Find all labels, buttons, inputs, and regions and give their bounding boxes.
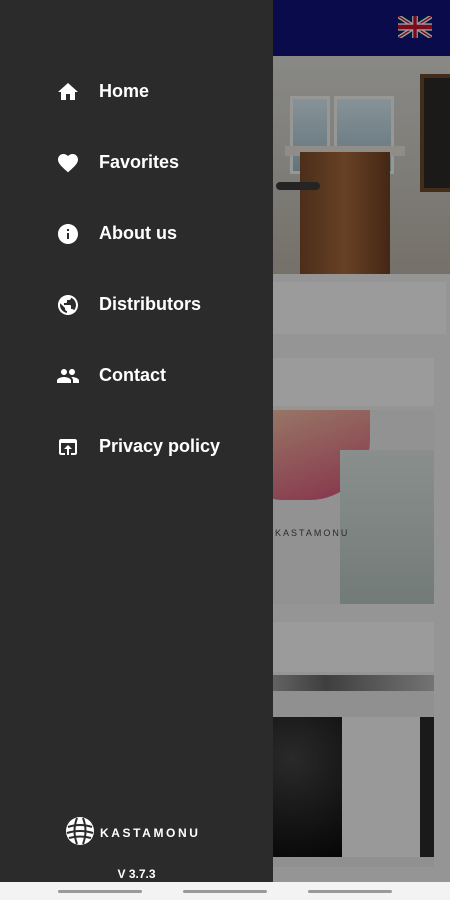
system-nav-handle[interactable] xyxy=(183,890,267,893)
system-navigation-bar xyxy=(0,882,450,900)
drawer-item-privacy-policy[interactable]: Privacy policy xyxy=(0,411,273,482)
globe-logo-icon xyxy=(65,816,95,846)
drawer-item-label: About us xyxy=(99,223,177,243)
drawer-item-label: Favorites xyxy=(99,152,180,172)
app-version: V 3.7.3 xyxy=(117,867,156,881)
drawer-item-favorites[interactable]: Favorites xyxy=(0,127,273,198)
open-in-browser-icon xyxy=(56,435,80,459)
drawer-item-distributors[interactable]: Distributors xyxy=(0,269,273,340)
system-nav-handle[interactable] xyxy=(308,890,392,893)
drawer-item-label: Privacy policy xyxy=(99,436,221,456)
drawer-menu: Home Favorites About us Distributors Con xyxy=(0,56,273,482)
kastamonu-logo: KASTAMONU xyxy=(65,816,201,846)
drawer-item-home[interactable]: Home xyxy=(0,56,273,127)
drawer-item-label: Home xyxy=(99,81,150,101)
people-icon xyxy=(56,364,80,388)
info-icon xyxy=(56,222,80,246)
globe-icon xyxy=(56,293,80,317)
drawer-item-about[interactable]: About us xyxy=(0,198,273,269)
drawer-item-contact[interactable]: Contact xyxy=(0,340,273,411)
logo-text: KASTAMONU xyxy=(100,825,201,840)
heart-icon xyxy=(56,151,80,175)
home-icon xyxy=(56,80,80,104)
navigation-drawer: Home Favorites About us Distributors Con xyxy=(0,0,273,882)
drawer-item-label: Contact xyxy=(99,365,166,385)
system-nav-handle[interactable] xyxy=(58,890,142,893)
drawer-item-label: Distributors xyxy=(99,294,202,314)
